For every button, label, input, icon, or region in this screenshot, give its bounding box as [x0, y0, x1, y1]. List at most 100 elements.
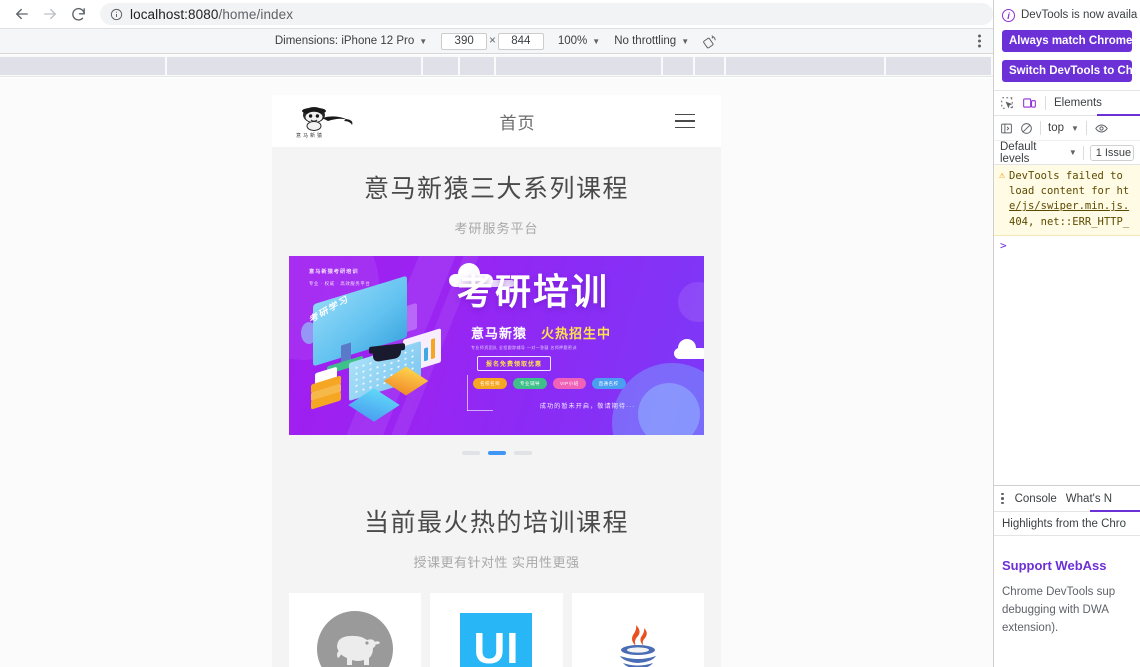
console-toolbar: top ▼	[994, 116, 1140, 141]
warning-line: DevTools failed to	[1009, 170, 1123, 182]
device-emulation-toolbar: Dimensions: iPhone 12 Pro ▼ × 100% ▼ No …	[0, 28, 993, 54]
banner-brand: 意马新猿	[471, 326, 528, 341]
banner-tag: 名校名师	[473, 378, 507, 389]
browser-window: localhost:8080/home/index Dimensions: iP…	[0, 0, 1140, 667]
ruler-segment	[885, 57, 991, 75]
banner-cta-button[interactable]: 报名免费领取优惠	[477, 356, 552, 371]
info-circle-icon: i	[1002, 9, 1015, 22]
site-logo[interactable]: 意马新猿	[294, 104, 364, 139]
forward-button[interactable]	[36, 0, 64, 28]
inspect-element-icon[interactable]	[1000, 96, 1014, 110]
issues-badge[interactable]: 1 Issue	[1089, 144, 1134, 161]
banner-tag: 直通名校	[591, 378, 626, 389]
console-filter-row: Default levels ▼ 1 Issue	[994, 141, 1140, 165]
console-input-prompt[interactable]: >	[994, 236, 1140, 255]
course-card[interactable]: 大数据培训	[289, 593, 422, 667]
viewport-ruler-strip	[0, 55, 993, 77]
height-input[interactable]	[497, 32, 544, 50]
drawer-heading[interactable]: Support WebAss	[1002, 558, 1133, 573]
hadoop-elephant-icon	[317, 611, 394, 667]
logo-text: 意马新猿	[296, 133, 325, 139]
ruler-segment	[495, 57, 662, 75]
banner-tag: VIP小班	[552, 378, 586, 389]
chevron-down-icon: ▼	[1068, 148, 1077, 157]
throttling-label: No throttling	[614, 35, 677, 47]
console-warning-message[interactable]: ⚠ DevTools failed to load content for ht…	[994, 165, 1140, 236]
chart-bar	[431, 338, 435, 360]
hero-title: 意马新猿三大系列课程	[363, 175, 629, 203]
eye-icon[interactable]	[1094, 122, 1109, 135]
dimensions-label: Dimensions: iPhone 12 Pro	[274, 35, 415, 47]
notice-text: DevTools is now availa	[1021, 9, 1138, 21]
always-match-chrome-language-button[interactable]: Always match Chrome's l	[1002, 30, 1132, 52]
zoom-selector[interactable]: 100% ▼	[558, 35, 600, 47]
tab-elements[interactable]: Elements	[1054, 97, 1102, 109]
switch-devtools-language-button[interactable]: Switch DevTools to Chine	[1002, 60, 1132, 82]
course-icon: UI	[458, 611, 534, 667]
warning-line-link[interactable]: e/js/swiper.min.js.	[1009, 200, 1129, 212]
banner-footer-text: 成功的暂未开启，敬请期待···	[539, 403, 636, 410]
console-warning-text: DevTools failed to load content for ht e…	[1009, 169, 1129, 230]
emulated-page: 意马新猿 首页 意马新猿三大系列课程 考研服务平台 意马新猿考研培训 专业 · …	[272, 95, 721, 667]
dimension-separator: ×	[489, 35, 496, 47]
devtools-drawer: Console What's N Highlights from the Chr…	[994, 485, 1140, 667]
zoom-label: 100%	[557, 35, 588, 47]
toggle-device-toolbar-icon[interactable]	[1022, 96, 1037, 110]
devtools-tabbar: Elements	[994, 90, 1140, 116]
ui-logo-icon: UI	[460, 613, 533, 667]
courses-title: 当前最火热的培训课程	[363, 509, 629, 537]
banner-text-block: 考研培训 意马新猿 火热招生中 专业师资团队 全程跟踪辅导 一对一答疑 名师押题…	[457, 271, 698, 411]
course-card[interactable]: Java培训	[571, 593, 704, 667]
carousel-dot-active[interactable]	[487, 451, 506, 455]
throttling-selector[interactable]: No throttling ▼	[614, 35, 689, 47]
console-context-selector[interactable]: top	[1048, 122, 1064, 134]
address-bar[interactable]: localhost:8080/home/index	[100, 3, 993, 25]
chevron-down-icon: ▼	[592, 36, 601, 46]
active-tab-indicator	[1097, 114, 1140, 116]
ruler-segment	[167, 57, 422, 75]
console-sidebar-icon[interactable]	[1000, 122, 1013, 135]
banner-hot-label: 火热招生中	[541, 326, 612, 341]
banner-slide[interactable]: 意马新猿考研培训 专业 · 权威 · 高效服务平台 考研学习 考研培训 意马新猿…	[289, 256, 704, 435]
kebab-menu-icon	[978, 34, 981, 38]
site-header: 意马新猿 首页	[272, 95, 721, 147]
chevron-down-icon: ▼	[681, 36, 690, 46]
hero-section: 意马新猿三大系列课程 考研服务平台	[272, 147, 721, 243]
info-circle-icon[interactable]	[110, 8, 123, 21]
kebab-menu-icon[interactable]	[999, 492, 1006, 505]
clear-console-icon[interactable]	[1020, 122, 1033, 135]
drawer-tab-console[interactable]: Console	[1015, 493, 1057, 505]
drawer-tabbar: Console What's N	[994, 486, 1140, 512]
decorative-line	[467, 375, 493, 411]
course-icon	[317, 611, 394, 667]
java-logo-icon	[619, 625, 656, 667]
banner-tag: 专业辅导	[512, 378, 547, 389]
url-host: localhost:8080	[130, 6, 219, 22]
width-input[interactable]	[441, 32, 488, 50]
back-button[interactable]	[8, 0, 36, 28]
reload-button[interactable]	[64, 0, 92, 28]
courses-subtitle: 授课更有针对性 实用性更强	[413, 555, 580, 570]
rotate-device-icon[interactable]	[703, 34, 718, 49]
course-card-list: 大数据培训 UI 前端培训	[272, 571, 721, 667]
course-card[interactable]: UI 前端培训	[430, 593, 563, 667]
url-path: /home/index	[218, 6, 294, 22]
dimensions-selector[interactable]: Dimensions: iPhone 12 Pro ▼	[275, 35, 427, 47]
ruler-segment	[0, 57, 166, 75]
chevron-down-icon: ▼	[1071, 123, 1079, 133]
banner-title: 考研培训	[457, 271, 610, 312]
device-toolbar-menu-button[interactable]	[978, 34, 981, 48]
carousel-dot[interactable]	[513, 451, 532, 455]
course-icon	[600, 611, 676, 667]
device-viewport-area: 意马新猿 首页 意马新猿三大系列课程 考研服务平台 意马新猿考研培训 专业 · …	[0, 78, 993, 667]
banner-subtitle-row: 意马新猿 火热招生中	[457, 323, 698, 342]
carousel-indicators	[272, 435, 721, 455]
drawer-tab-whats-new[interactable]: What's N	[1066, 493, 1112, 505]
page-title: 首页	[499, 113, 536, 133]
hamburger-menu-icon[interactable]	[671, 110, 699, 133]
divider	[1040, 121, 1041, 135]
carousel-dot[interactable]	[461, 451, 480, 455]
reload-icon	[70, 6, 87, 23]
log-levels-selector[interactable]: Default levels	[1000, 141, 1063, 165]
warning-triangle-icon: ⚠	[999, 170, 1006, 181]
